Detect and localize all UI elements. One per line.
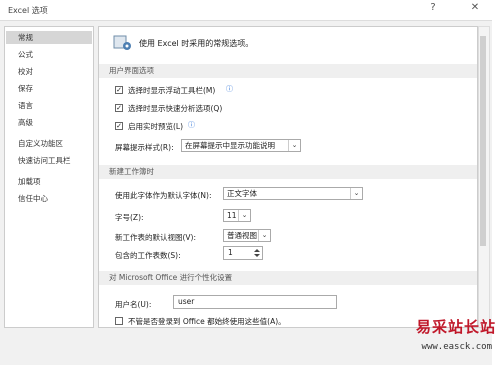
username-value: user: [178, 297, 195, 306]
username-input[interactable]: user: [173, 295, 337, 309]
spinner-arrows-icon[interactable]: [253, 247, 261, 259]
screentip-style-select[interactable]: 在屏幕提示中显示功能说明 ⌄: [181, 139, 301, 152]
chevron-down-icon: ⌄: [238, 210, 250, 221]
screentip-style-label: 屏幕提示样式(R):: [115, 143, 174, 152]
font-size-select[interactable]: 11 ⌄: [223, 209, 251, 222]
nav-item-quick-access-toolbar[interactable]: 快速访问工具栏: [6, 154, 92, 167]
always-use-checkbox[interactable]: [115, 317, 123, 325]
options-content: 使用 Excel 时采用的常规选项。 用户界面选项 ✓ 选择时显示浮动工具栏(M…: [98, 26, 478, 328]
options-nav: 常规 公式 校对 保存 语言 高级 自定义功能区 快速访问工具栏 加载项 信任中…: [4, 26, 94, 328]
screentip-style-value: 在屏幕提示中显示功能说明: [185, 141, 275, 150]
nav-item-save[interactable]: 保存: [6, 82, 92, 95]
default-view-value: 普通视图: [227, 231, 257, 240]
sheet-count-value: 1: [228, 248, 233, 257]
nav-item-language[interactable]: 语言: [6, 99, 92, 112]
live-preview-checkbox[interactable]: ✓: [115, 122, 123, 130]
always-use-label: 不管是否登录到 Office 都始终使用这些值(A)。: [128, 317, 286, 326]
default-font-label: 使用此字体作为默认字体(N):: [115, 191, 212, 200]
font-size-label: 字号(Z):: [115, 213, 144, 222]
page-header: 使用 Excel 时采用的常规选项。: [139, 39, 254, 48]
username-label: 用户名(U):: [115, 300, 152, 309]
scrollbar-thumb[interactable]: [480, 36, 486, 246]
nav-item-add-ins[interactable]: 加载项: [6, 175, 92, 188]
nav-item-trust-center[interactable]: 信任中心: [6, 192, 92, 205]
nav-item-customize-ribbon[interactable]: 自定义功能区: [6, 137, 92, 150]
title-bar: Excel 选项 ? ✕: [0, 0, 500, 20]
info-icon: ⓘ: [188, 121, 195, 129]
section-ui-options: 用户界面选项: [99, 64, 477, 78]
quick-analysis-label: 选择时显示快速分析选项(Q): [128, 104, 223, 113]
nav-item-formulas[interactable]: 公式: [6, 48, 92, 61]
live-preview-label: 启用实时预览(L): [128, 122, 184, 131]
nav-item-proofing[interactable]: 校对: [6, 65, 92, 78]
font-size-value: 11: [227, 211, 237, 220]
default-font-value: 正文字体: [227, 189, 257, 198]
help-button[interactable]: ?: [424, 2, 442, 13]
mini-toolbar-label: 选择时显示浮动工具栏(M): [128, 86, 216, 95]
watermark-url: www.easck.com: [421, 342, 492, 352]
chevron-down-icon: ⌄: [258, 230, 270, 241]
mini-toolbar-checkbox[interactable]: ✓: [115, 86, 123, 94]
nav-item-general[interactable]: 常规: [6, 31, 92, 44]
close-button[interactable]: ✕: [466, 2, 484, 13]
watermark-logo-text: 易采站长站: [415, 318, 496, 336]
default-view-select[interactable]: 普通视图 ⌄: [223, 229, 271, 242]
nav-item-advanced[interactable]: 高级: [6, 116, 92, 129]
quick-analysis-checkbox[interactable]: ✓: [115, 104, 123, 112]
chevron-down-icon: ⌄: [350, 188, 362, 199]
general-settings-icon: [113, 35, 131, 50]
default-font-select[interactable]: 正文字体 ⌄: [223, 187, 363, 200]
default-view-label: 新工作表的默认视图(V):: [115, 233, 197, 242]
chevron-down-icon: ⌄: [288, 140, 300, 151]
section-personalize: 对 Microsoft Office 进行个性化设置: [99, 271, 477, 285]
sheet-count-label: 包含的工作表数(S):: [115, 251, 181, 260]
section-new-workbook: 新建工作簿时: [99, 165, 477, 179]
info-icon: ⓘ: [226, 85, 233, 93]
window-title: Excel 选项: [8, 6, 48, 15]
